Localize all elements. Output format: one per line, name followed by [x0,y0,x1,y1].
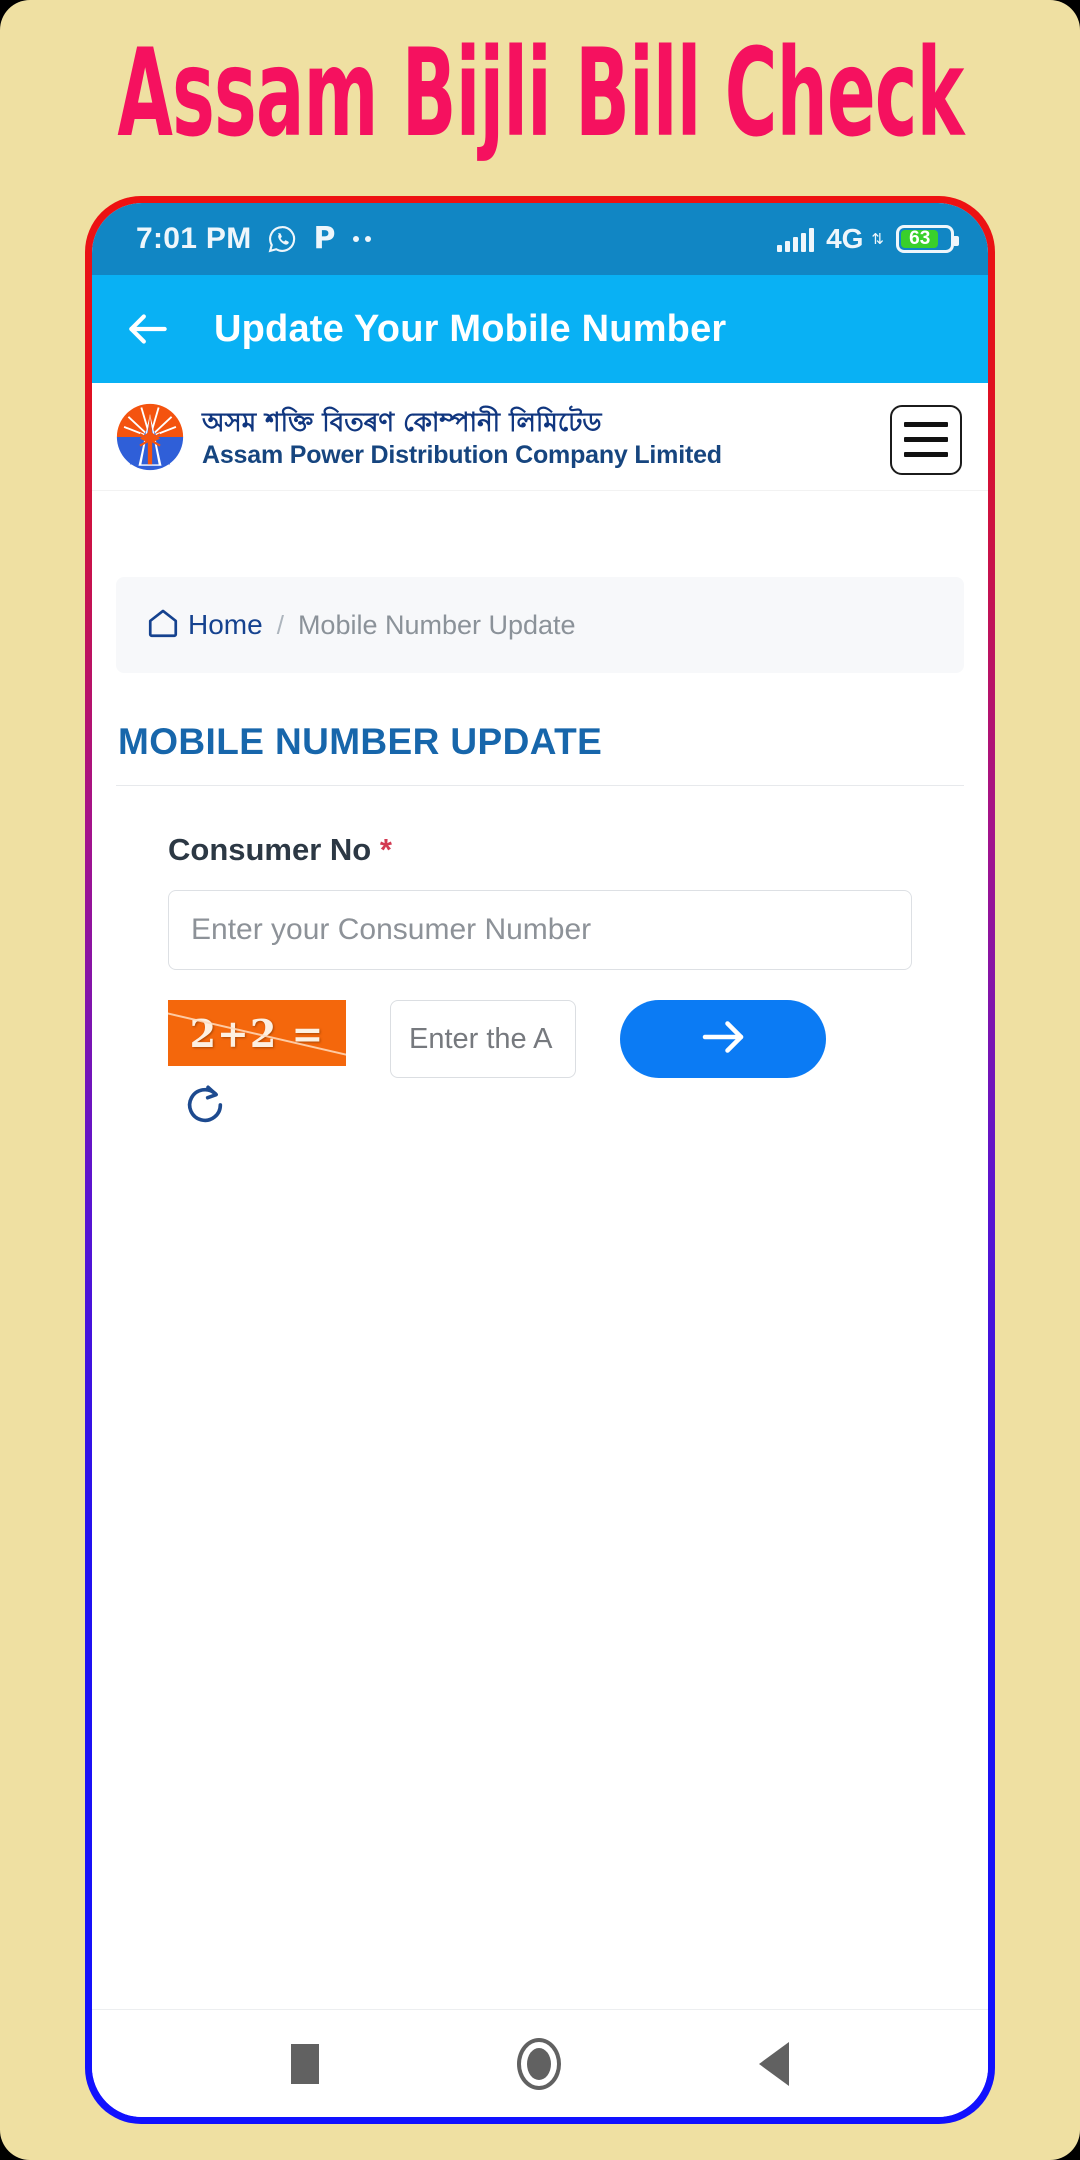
consumer-no-label-text: Consumer No [168,832,372,867]
phone-screen: 7:01 PM P 4G ⇅ 63 Update Your Mobile Num… [92,203,988,2117]
android-nav-bar [92,2009,988,2117]
poster-banner: Assam Bijli Bill Check [0,0,1080,188]
network-type-label: 4G [826,223,864,254]
battery-fill: 63 [901,228,939,249]
square-recents-icon[interactable] [291,2043,319,2084]
payment-app-icon: P [313,221,336,256]
required-marker: * [379,832,392,867]
battery-icon: 63 [896,225,959,253]
captcha-image-column: 2+2 = [168,1000,346,1128]
home-icon [146,606,180,645]
data-transfer-icon: ⇅ [871,230,884,248]
breadcrumb-current: Mobile Number Update [297,609,576,640]
brand-name-english: Assam Power Distribution Company Limited [202,441,722,470]
status-bar-left: 7:01 PM P [136,221,372,256]
brand-block: অসম শক্তি বিতৰণ কোম্পানী লিমিটেড Assam P… [114,401,722,478]
brand-name-assamese: অসম শক্তি বিতৰণ কোম্পানী লিমিটেড [202,407,602,438]
consumer-number-input[interactable] [168,890,912,970]
page-title: MOBILE NUMBER UPDATE [118,721,603,762]
status-bar: 7:01 PM P 4G ⇅ 63 [92,203,988,275]
consumer-no-label: Consumer No * [168,832,912,868]
breadcrumb-separator: / [276,609,284,640]
captcha-row: 2+2 = [168,1000,912,1128]
hamburger-menu-icon[interactable] [890,404,962,475]
site-header: অসম শক্তি বিতৰণ কোম্পানী লিমিটেড Assam P… [92,383,988,491]
poster-root: Assam Bijli Bill Check 7:01 PM P 4G ⇅ 63… [0,0,1080,2160]
mobile-update-form: Consumer No * 2+2 = [116,832,964,1128]
breadcrumb-home-link[interactable]: Home [146,606,263,645]
content-container: Home / Mobile Number Update MOBILE NUMBE… [92,577,988,1128]
brand-text: অসম শক্তি বিতৰণ কোম্পানী লিমিটেড Assam P… [202,407,722,471]
arrow-right-icon [696,1010,750,1069]
status-time: 7:01 PM [136,222,252,255]
breadcrumb-home-label: Home [188,609,263,640]
arrow-left-icon[interactable] [122,303,174,355]
triangle-back-icon[interactable] [759,2041,789,2086]
signal-bars-icon [777,226,815,252]
app-bar-title: Update Your Mobile Number [214,307,727,350]
submit-button[interactable] [620,1000,826,1078]
refresh-icon[interactable] [182,1082,228,1128]
app-bar: Update Your Mobile Number [92,275,988,383]
breadcrumb: Home / Mobile Number Update [116,577,964,673]
web-content: অসম শক্তি বিতৰণ কোম্পানী লিমিটেড Assam P… [92,383,988,2009]
battery-percent-label: 63 [909,228,931,249]
status-bar-right: 4G ⇅ 63 [777,223,959,255]
overflow-dots-icon [353,236,372,242]
apdcl-logo-icon [114,401,186,478]
circle-home-icon[interactable] [517,2037,561,2090]
phone-frame: 7:01 PM P 4G ⇅ 63 Update Your Mobile Num… [85,196,995,2124]
poster-title: Assam Bijli Bill Check [116,22,964,164]
title-divider [116,785,964,786]
whatsapp-icon [267,224,297,254]
captcha-image: 2+2 = [168,1000,346,1066]
captcha-answer-input[interactable] [390,1000,576,1078]
